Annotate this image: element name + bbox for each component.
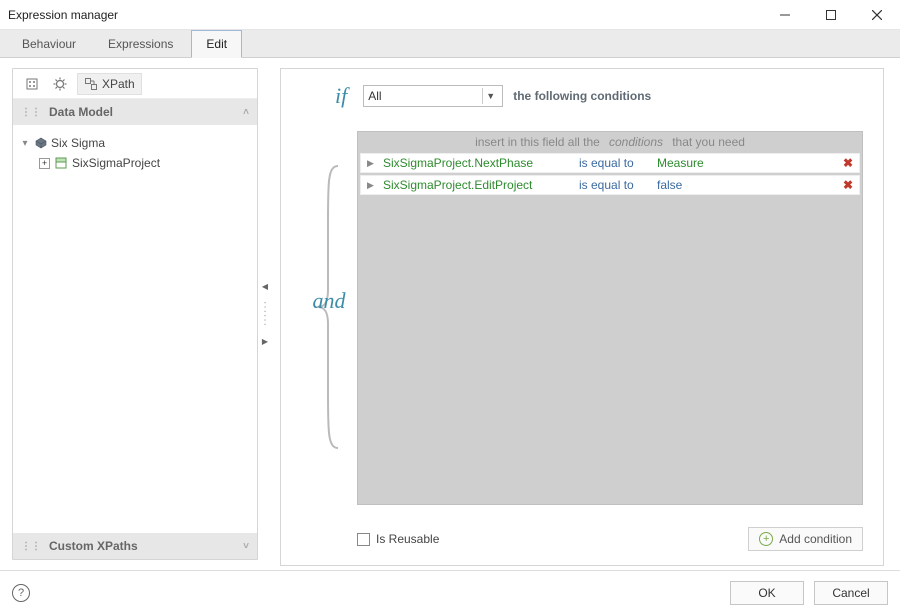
tab-expressions[interactable]: Expressions bbox=[94, 31, 187, 57]
ok-button[interactable]: OK bbox=[730, 581, 804, 605]
chevron-up-icon: ˄ bbox=[243, 107, 249, 118]
tree-root-label: Six Sigma bbox=[51, 136, 105, 150]
close-button[interactable] bbox=[854, 0, 900, 30]
reusable-checkbox[interactable]: Is Reusable bbox=[357, 532, 439, 546]
splitter[interactable]: ◀ ······ ▶ bbox=[258, 58, 272, 570]
conditions-box: insert in this field all the conditions … bbox=[357, 131, 863, 505]
tab-edit[interactable]: Edit bbox=[191, 30, 242, 58]
chevron-down-icon: ▼ bbox=[482, 88, 498, 104]
quantifier-value: All bbox=[368, 89, 482, 103]
collapse-icon[interactable]: ▾ bbox=[19, 138, 31, 149]
section-title: Custom XPaths bbox=[49, 539, 138, 553]
entity-icon bbox=[54, 156, 68, 170]
condition-value[interactable]: false bbox=[657, 178, 717, 192]
condition-operator[interactable]: is equal to bbox=[579, 178, 649, 192]
condition-row[interactable]: ▶ SixSigmaProject.EditProject is equal t… bbox=[360, 175, 860, 195]
condition-field[interactable]: SixSigmaProject.NextPhase bbox=[383, 156, 571, 170]
cancel-button[interactable]: Cancel bbox=[814, 581, 888, 605]
minimize-button[interactable] bbox=[762, 0, 808, 30]
left-pane: XPath ⋮⋮ Data Model ˄ ▾ Six Sigma + bbox=[0, 58, 258, 570]
xpath-button[interactable]: XPath bbox=[77, 73, 142, 95]
tabstrip: Behaviour Expressions Edit bbox=[0, 30, 900, 58]
reusable-label: Is Reusable bbox=[376, 532, 439, 546]
tab-behaviour[interactable]: Behaviour bbox=[8, 31, 90, 57]
and-keyword: and bbox=[313, 288, 346, 314]
brace-column: and bbox=[301, 131, 357, 505]
quantifier-select[interactable]: All ▼ bbox=[363, 85, 503, 107]
if-keyword: if bbox=[335, 83, 347, 109]
data-model-tree: ▾ Six Sigma + SixSigmaProject bbox=[13, 125, 257, 533]
condition-row[interactable]: ▶ SixSigmaProject.NextPhase is equal to … bbox=[360, 153, 860, 173]
right-card: if All ▼ the following conditions and in… bbox=[280, 68, 884, 566]
checkbox-icon bbox=[357, 533, 370, 546]
expand-icon[interactable]: + bbox=[39, 158, 50, 169]
plus-icon: + bbox=[759, 532, 773, 546]
hint-pre: insert in this field all the bbox=[475, 135, 600, 149]
titlebar: Expression manager bbox=[0, 0, 900, 30]
grip-icon: ⋮⋮ bbox=[21, 541, 41, 552]
content: XPath ⋮⋮ Data Model ˄ ▾ Six Sigma + bbox=[0, 58, 900, 570]
xpath-icon bbox=[84, 77, 98, 91]
add-condition-button[interactable]: + Add condition bbox=[748, 527, 863, 551]
chevron-down-icon: ˅ bbox=[243, 541, 249, 552]
window-title: Expression manager bbox=[8, 8, 118, 22]
xpath-label: XPath bbox=[102, 77, 135, 91]
gear-icon-button[interactable] bbox=[49, 73, 71, 95]
package-icon bbox=[35, 137, 47, 149]
cube-icon-button[interactable] bbox=[21, 73, 43, 95]
expand-icon[interactable]: ▶ bbox=[367, 158, 375, 169]
splitter-left-icon: ◀ bbox=[262, 282, 268, 291]
splitter-grip-icon: ······ bbox=[260, 301, 271, 327]
right-pane: if All ▼ the following conditions and in… bbox=[272, 58, 900, 570]
tree-root[interactable]: ▾ Six Sigma bbox=[19, 133, 251, 153]
section-title: Data Model bbox=[49, 105, 113, 119]
help-button[interactable]: ? bbox=[12, 584, 30, 602]
add-condition-label: Add condition bbox=[779, 532, 852, 546]
expand-icon[interactable]: ▶ bbox=[367, 180, 375, 191]
delete-condition-icon[interactable]: ✖ bbox=[843, 156, 853, 170]
left-toolbar: XPath bbox=[13, 69, 257, 99]
left-card: XPath ⋮⋮ Data Model ˄ ▾ Six Sigma + bbox=[12, 68, 258, 560]
grip-icon: ⋮⋮ bbox=[21, 107, 41, 118]
splitter-right-icon: ▶ bbox=[262, 337, 268, 346]
if-row: if All ▼ the following conditions bbox=[301, 83, 863, 109]
if-trailing-text: the following conditions bbox=[513, 89, 651, 103]
delete-condition-icon[interactable]: ✖ bbox=[843, 178, 853, 192]
hint-post: that you need bbox=[672, 135, 745, 149]
maximize-button[interactable] bbox=[808, 0, 854, 30]
tree-child-label: SixSigmaProject bbox=[72, 156, 160, 170]
condition-operator[interactable]: is equal to bbox=[579, 156, 649, 170]
hint-mid: conditions bbox=[609, 135, 663, 149]
section-data-model[interactable]: ⋮⋮ Data Model ˄ bbox=[13, 99, 257, 125]
tree-child[interactable]: + SixSigmaProject bbox=[19, 153, 251, 173]
condition-value[interactable]: Measure bbox=[657, 156, 717, 170]
footer: ? OK Cancel bbox=[0, 570, 900, 614]
conditions-hint: insert in this field all the conditions … bbox=[358, 132, 862, 153]
conditions-body: and insert in this field all the conditi… bbox=[301, 131, 863, 505]
condition-field[interactable]: SixSigmaProject.EditProject bbox=[383, 178, 571, 192]
editor-bottom-row: Is Reusable + Add condition bbox=[301, 527, 863, 551]
section-custom-xpaths[interactable]: ⋮⋮ Custom XPaths ˅ bbox=[13, 533, 257, 559]
